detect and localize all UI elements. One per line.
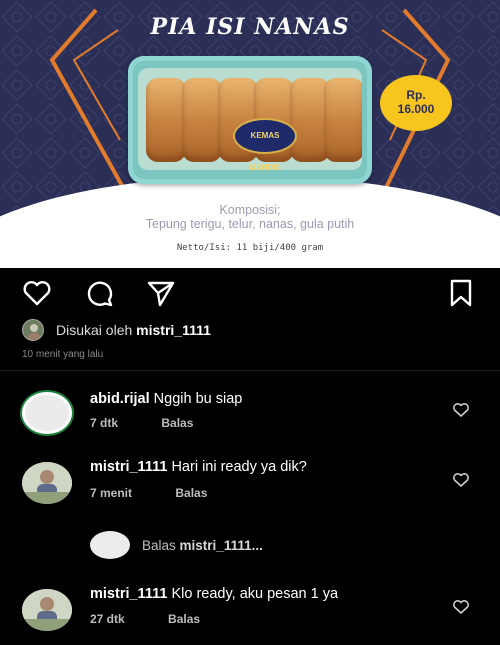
comment-meta: 7 dtk Balas (90, 416, 193, 430)
brand-sticker: KEMAS MANDIS (233, 118, 297, 170)
comment-body: abid.rijal Nggih bu siap (90, 391, 242, 407)
comment-text: Nggih bu siap (153, 391, 243, 407)
comment-icon[interactable] (84, 278, 114, 308)
likes-user[interactable]: mistri_1111 (136, 322, 211, 338)
komposisi-title: Komposisi; (219, 203, 281, 217)
price-currency: Rp. (406, 88, 426, 102)
comment-meta: 27 dtk Balas (90, 612, 200, 626)
comment-time: 7 dtk (90, 416, 119, 430)
avatar[interactable] (22, 589, 72, 631)
reply-prefix: Balas (142, 537, 176, 553)
reply-button[interactable]: Balas (175, 486, 207, 500)
comment-meta: 7 menit Balas (90, 486, 207, 500)
avatar[interactable] (22, 392, 72, 434)
heart-icon[interactable] (452, 402, 470, 418)
pia-piece (324, 78, 362, 162)
comment-user[interactable]: abid.rijal (90, 391, 150, 407)
avatar (22, 319, 44, 341)
heart-icon[interactable] (22, 278, 52, 308)
comment-text: Klo ready, aku pesan 1 ya (171, 586, 339, 602)
action-bar (0, 276, 500, 310)
komposisi-block: Komposisi; Tepung terigu, telur, nanas, … (0, 203, 500, 231)
price-value: 16.000 (397, 102, 435, 116)
heart-icon[interactable] (452, 599, 470, 615)
heart-icon[interactable] (452, 472, 470, 488)
comment-user[interactable]: mistri_1111 (90, 459, 167, 475)
comment-body: mistri_1111 Klo ready, aku pesan 1 ya (90, 586, 338, 602)
post-title: PIA ISI NANAS (150, 14, 350, 40)
reply-button[interactable]: Balas (168, 612, 200, 626)
avatar[interactable] (22, 462, 72, 504)
reply-input[interactable]: Balas mistri_1111... (142, 538, 263, 553)
avatar (90, 531, 130, 559)
comment-time: 27 dtk (90, 612, 125, 626)
reply-input-row[interactable]: Balas mistri_1111... (90, 530, 263, 560)
post-image[interactable]: PIA ISI NANAS KEMAS MANDIS Rp. 16.000 Ko… (0, 0, 500, 268)
pia-piece (182, 78, 222, 162)
comment-text: Hari ini ready ya dik? (171, 459, 307, 475)
pia-piece (146, 78, 186, 162)
share-icon[interactable] (146, 278, 176, 308)
reply-button[interactable]: Balas (161, 416, 193, 430)
food-container: KEMAS MANDIS (128, 56, 372, 184)
reply-target: mistri_1111... (179, 537, 263, 553)
comment-time: 7 menit (90, 486, 133, 500)
komposisi-text: Tepung terigu, telur, nanas, gula putih (145, 217, 355, 231)
post-timestamp: 10 menit yang lalu (22, 349, 104, 360)
comment-body: mistri_1111 Hari ini ready ya dik? (90, 459, 307, 475)
likes-row[interactable]: Disukai oleh mistri_1111 (22, 318, 211, 342)
likes-prefix: Disukai oleh (56, 322, 133, 338)
bookmark-icon[interactable] (446, 278, 476, 308)
divider (0, 370, 500, 371)
price-badge: Rp. 16.000 (380, 75, 452, 131)
netto-text: Netto/Isi: 11 biji/400 gram (176, 243, 324, 253)
container-inner: KEMAS MANDIS (138, 68, 362, 170)
likes-text: Disukai oleh mistri_1111 (56, 322, 211, 338)
comment-user[interactable]: mistri_1111 (90, 586, 167, 602)
